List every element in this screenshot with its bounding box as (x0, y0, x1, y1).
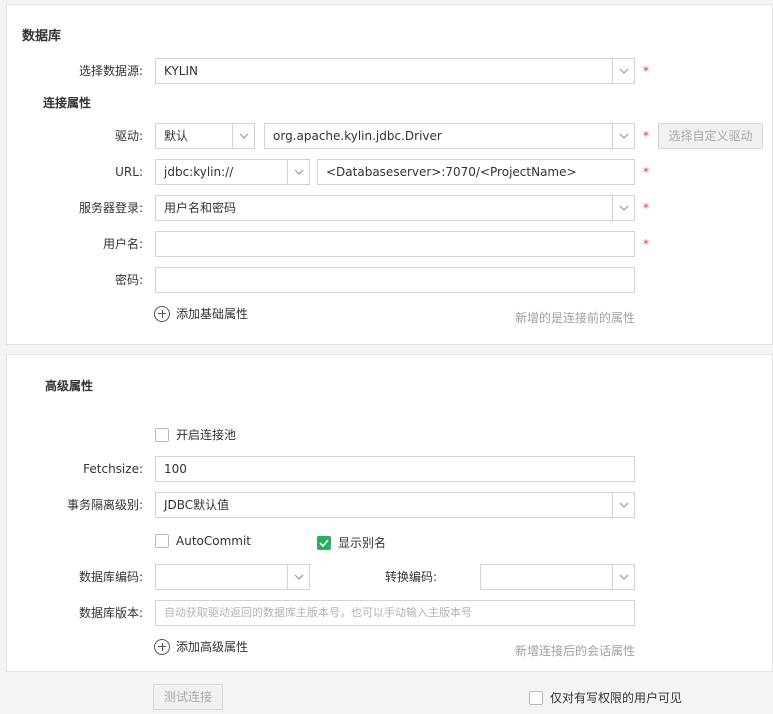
datasource-label: 选择数据源: (78, 64, 143, 78)
driver-class-value: org.apache.kylin.jdbc.Driver (273, 129, 442, 143)
server-login-select[interactable]: 用户名和密码 (155, 195, 635, 221)
password-input[interactable] (155, 267, 635, 293)
writers-only-label: 仅对有写权限的用户可见 (550, 691, 683, 705)
chevron-down-icon (612, 196, 634, 220)
isolation-level-value: JDBC默认值 (164, 498, 230, 512)
db-encoding-select[interactable] (155, 564, 310, 590)
datasource-value: KYLIN (164, 64, 198, 78)
add-basic-property-button[interactable]: 添加基础属性 (154, 305, 248, 322)
fetchsize-input[interactable]: 100 (155, 456, 635, 482)
required-mark: * (643, 201, 649, 215)
checkbox-box (529, 690, 543, 705)
required-mark: * (643, 64, 649, 78)
db-version-input[interactable]: 自动获取驱动返回的数据库主版本号，也可以手动输入主版本号 (155, 600, 635, 626)
checkbox-box (155, 427, 169, 442)
driver-type-select[interactable]: 默认 (155, 123, 255, 149)
url-label: URL: (115, 165, 143, 179)
test-connection-button[interactable]: 测试连接 (153, 684, 223, 710)
username-label: 用户名: (102, 237, 143, 251)
url-prefix-select[interactable]: jdbc:kylin:// (155, 159, 310, 185)
connection-pool-label: 开启连接池 (176, 428, 237, 442)
check-icon (317, 535, 331, 550)
chevron-down-icon (612, 59, 634, 83)
chevron-down-icon (232, 124, 254, 148)
select-custom-driver-button[interactable]: 选择自定义驱动 (658, 123, 763, 149)
convert-encoding-select[interactable] (480, 564, 635, 590)
driver-label: 驱动: (114, 129, 143, 143)
url-prefix-value: jdbc:kylin:// (164, 165, 234, 179)
chevron-down-icon (612, 565, 634, 589)
plus-circle-icon (154, 638, 170, 655)
required-mark: * (643, 129, 649, 143)
url-input[interactable]: <Databaseserver>:7070/<ProjectName> (317, 159, 635, 185)
server-login-value: 用户名和密码 (164, 201, 237, 215)
advanced-property-hint: 新增连接后的会话属性 (515, 644, 636, 658)
add-advanced-property-label: 添加高级属性 (176, 640, 249, 654)
connection-section-title: 连接属性 (43, 96, 92, 110)
driver-type-value: 默认 (164, 129, 189, 143)
advanced-section-title: 高级属性 (45, 379, 94, 393)
password-label: 密码: (114, 273, 143, 287)
chevron-down-icon (612, 493, 634, 517)
required-mark: * (643, 165, 649, 179)
fetchsize-label: Fetchsize: (83, 462, 143, 476)
advanced-panel: 高级属性 开启连接池 Fetchsize: 100 事务隔离级别: JDBC默认… (6, 354, 773, 672)
add-advanced-property-button[interactable]: 添加高级属性 (154, 638, 248, 655)
convert-encoding-label: 转换编码: (384, 570, 437, 584)
database-section-title: 数据库 (22, 29, 62, 44)
add-basic-property-label: 添加基础属性 (176, 307, 249, 321)
writers-only-checkbox[interactable]: 仅对有写权限的用户可见 (529, 689, 682, 706)
checkbox-box (155, 534, 169, 548)
autocommit-label: AutoCommit (176, 534, 251, 548)
show-alias-checkbox[interactable]: 显示别名 (317, 534, 386, 551)
datasource-select[interactable]: KYLIN (155, 58, 635, 84)
required-mark: * (643, 237, 649, 251)
show-alias-label: 显示别名 (338, 536, 387, 550)
isolation-level-label: 事务隔离级别: (66, 498, 143, 512)
db-encoding-label: 数据库编码: (78, 570, 143, 584)
chevron-down-icon (287, 565, 309, 589)
autocommit-checkbox[interactable]: AutoCommit (155, 534, 251, 548)
isolation-level-select[interactable]: JDBC默认值 (155, 492, 635, 518)
username-input[interactable] (155, 231, 635, 257)
database-panel: 数据库 选择数据源: KYLIN * 连接属性 驱动: 默认 org.apach… (6, 4, 773, 345)
chevron-down-icon (612, 124, 634, 148)
chevron-down-icon (287, 160, 309, 184)
driver-class-select[interactable]: org.apache.kylin.jdbc.Driver (264, 123, 635, 149)
server-login-label: 服务器登录: (78, 201, 143, 215)
db-version-label: 数据库版本: (78, 606, 143, 620)
connection-pool-checkbox[interactable]: 开启连接池 (155, 426, 236, 443)
plus-circle-icon (154, 305, 170, 322)
basic-property-hint: 新增的是连接前的属性 (515, 311, 636, 325)
